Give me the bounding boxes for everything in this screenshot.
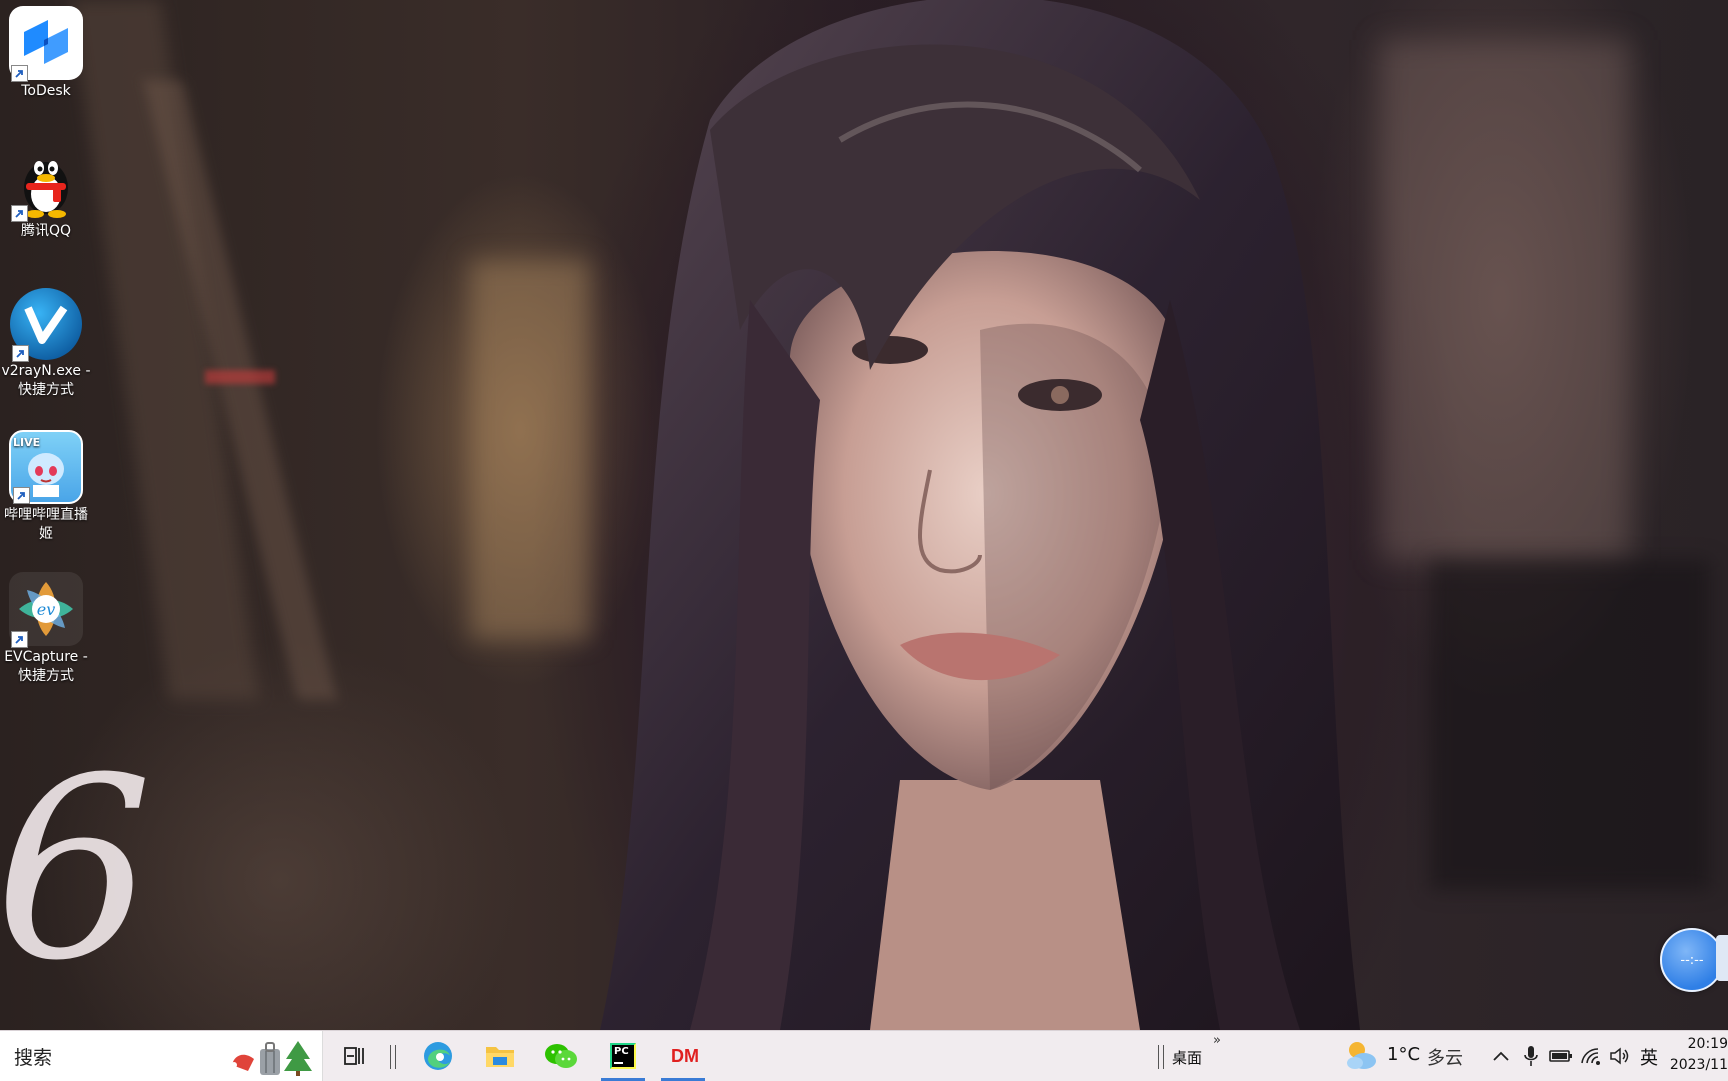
- speaker-icon: [1610, 1047, 1629, 1065]
- desktop-icon-evcapture[interactable]: ev EVCapture - 快捷方式: [0, 566, 92, 686]
- desktop-icon-bilibili-live[interactable]: LIVE 哔哩哔哩直播姬: [0, 424, 92, 544]
- pycharm-label: PC: [614, 1046, 629, 1057]
- weather-condition[interactable]: 多云: [1427, 1044, 1463, 1070]
- desktop-icon-label: 腾讯QQ: [20, 223, 72, 239]
- todesk-icon: [9, 6, 83, 82]
- floating-assistant-button[interactable]: --:--: [1660, 928, 1724, 992]
- desktop-icon-todesk[interactable]: ToDesk: [0, 0, 92, 101]
- weather-widget[interactable]: [1344, 1039, 1378, 1075]
- battery-button[interactable]: [1544, 1038, 1578, 1074]
- search-input[interactable]: 搜索: [14, 1043, 52, 1070]
- desktop-icon-label: 哔哩哔哩直播姬: [4, 507, 88, 542]
- evcapture-badge: ev: [36, 599, 56, 619]
- task-view-icon: [344, 1047, 364, 1065]
- wallpaper-shape: [205, 370, 275, 384]
- pycharm-icon: PC: [610, 1043, 636, 1069]
- input-method-indicator[interactable]: 英: [1640, 1044, 1658, 1070]
- taskbar-wechat-button[interactable]: [541, 1038, 581, 1074]
- shortcut-arrow-icon: [11, 205, 28, 222]
- desktop-icon-qq[interactable]: 腾讯QQ: [0, 140, 92, 241]
- partly-cloudy-icon: [1347, 1042, 1376, 1069]
- desktop-toolbar-label[interactable]: 桌面: [1172, 1047, 1202, 1068]
- taskbar-dm-button[interactable]: DM: [661, 1038, 705, 1081]
- v2rayn-icon: [10, 288, 82, 362]
- shortcut-arrow-icon: [12, 345, 29, 362]
- portrait-illustration: [600, 0, 1360, 1030]
- floating-side-tab[interactable]: [1716, 935, 1728, 981]
- desktop-icon-label: ToDesk: [21, 83, 71, 99]
- chevron-up-icon: [1493, 1051, 1509, 1061]
- desktop-icon-v2rayn[interactable]: v2rayN.exe - 快捷方式: [0, 282, 92, 400]
- taskbar-separator: [390, 1045, 396, 1069]
- weather-temperature[interactable]: 1°C: [1387, 1044, 1420, 1065]
- bilibili-live-icon: LIVE: [9, 430, 83, 504]
- clock-date: 2023/11: [1669, 1057, 1728, 1073]
- wallpaper-number: 6: [0, 724, 154, 1015]
- wechat-icon: [545, 1044, 577, 1068]
- toolbar-expand-chevron[interactable]: »: [1213, 1033, 1221, 1048]
- shortcut-arrow-icon: [11, 65, 28, 82]
- desktop-icon-label: EVCapture - 快捷方式: [4, 649, 88, 684]
- microphone-button[interactable]: [1514, 1038, 1548, 1074]
- toolbar-separator: [1158, 1045, 1164, 1069]
- microphone-icon: [1524, 1046, 1538, 1066]
- task-view-button[interactable]: [334, 1038, 374, 1074]
- search-highlight-icon: [231, 1041, 312, 1076]
- shortcut-arrow-icon: [13, 487, 30, 504]
- volume-button[interactable]: [1603, 1038, 1637, 1074]
- evcapture-icon: ev: [9, 572, 83, 648]
- desktop-icon-label: v2rayN.exe - 快捷方式: [1, 363, 91, 398]
- shortcut-arrow-icon: [11, 631, 28, 648]
- floating-widget-text: --:--: [1680, 952, 1704, 968]
- wifi-icon: [1581, 1048, 1600, 1065]
- clock[interactable]: 20:19 2023/11: [1668, 1034, 1728, 1076]
- edge-icon: [424, 1042, 452, 1070]
- dm-icon: DM: [671, 1045, 699, 1066]
- taskbar-edge-button[interactable]: [418, 1038, 458, 1074]
- clock-time: 20:19: [1687, 1036, 1728, 1052]
- qq-penguin-icon: [9, 146, 83, 222]
- wallpaper-shape: [1430, 560, 1710, 890]
- battery-charging-icon: [1549, 1050, 1572, 1062]
- live-badge: LIVE: [13, 436, 41, 449]
- taskbar-search-box[interactable]: 搜索: [0, 1031, 323, 1081]
- desktop-wallpaper: 6: [0, 0, 1728, 1030]
- taskbar-file-explorer-button[interactable]: [480, 1038, 520, 1074]
- taskbar: 搜索 PC DM 桌面 » 1°C 多云 英 20:19 2023/11: [0, 1030, 1728, 1081]
- file-explorer-icon: [486, 1047, 514, 1067]
- taskbar-pycharm-button[interactable]: PC: [601, 1038, 645, 1081]
